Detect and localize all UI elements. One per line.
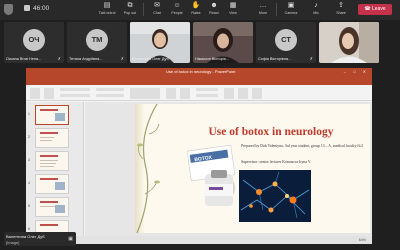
shape-outline[interactable] — [196, 94, 218, 97]
slide-thumbnail[interactable]: 4 — [26, 173, 83, 195]
slide-editor: Use of botox in neurology BOTOX Prepared… — [85, 102, 372, 236]
meeting-timer: 46:00 — [24, 5, 49, 12]
ribbon — [26, 85, 372, 101]
status-bar: Slide 1 of 14 64% — [26, 236, 372, 244]
avatar: ТМ — [86, 29, 108, 51]
camera-button[interactable]: ▣ Camera — [280, 2, 302, 18]
zoom-level[interactable]: 64% — [359, 238, 366, 242]
view-icon: ▦ — [229, 2, 237, 9]
pop-out-icon: ⧉ — [127, 2, 133, 9]
chat-icon: ✉ — [154, 2, 160, 9]
dictate-icon[interactable] — [238, 88, 248, 99]
participant-name: Софія Вікторівна... — [258, 57, 292, 61]
slide-thumbnail[interactable]: 1 — [26, 104, 83, 126]
slide-thumbnails-pane: 1 2 3 4 5 6 — [26, 102, 84, 236]
participant-tile[interactable]: ТМ Тетяна Андріївна... ✗ — [67, 22, 127, 63]
designer-icon[interactable] — [252, 88, 262, 99]
camera-icon: ▣ — [287, 2, 295, 9]
slide-author-text: Prepared by Dub Valentyna, 3rd year stud… — [241, 144, 363, 148]
participant-name: Тетяна Андріївна... — [69, 57, 103, 61]
participant-tile[interactable]: ОЧ Оксана Вітаі Ненa... ✗ — [4, 22, 64, 63]
botox-product-image: BOTOX — [187, 144, 236, 206]
powerpoint-window: Use of botox in neurology - PowerPoint –… — [26, 68, 372, 244]
microphone-icon: ♪ — [314, 2, 318, 9]
arrange-icon[interactable] — [166, 88, 176, 99]
participant-name: Оксана Вітаі Ненa... — [6, 57, 42, 61]
view-button[interactable]: ▦ View — [222, 2, 244, 18]
paste-icon[interactable] — [30, 88, 40, 99]
avatar: СТ — [275, 29, 297, 51]
neuron-image — [239, 170, 311, 222]
more-icon: … — [259, 2, 267, 9]
mic-button[interactable]: ♪ Mic — [305, 2, 327, 18]
slide-thumbnail[interactable]: 3 — [26, 150, 83, 172]
new-slide-icon[interactable] — [44, 88, 54, 99]
self-view-tile[interactable]: Валентина Олег Дуб [Image] ▣ — [4, 232, 76, 246]
participant-video-tile[interactable]: Ніжакозн Вікторія... — [193, 22, 253, 63]
chat-button[interactable]: ✉ Chat — [146, 2, 168, 18]
participant-video-tile[interactable]: Валентина Олег Дуб — [130, 22, 190, 63]
font-box[interactable] — [60, 88, 90, 91]
slide-thumbnail[interactable]: 2 — [26, 127, 83, 149]
more-button[interactable]: … More — [252, 2, 274, 18]
participant-video — [319, 22, 379, 63]
powerpoint-title-bar: Use of botox in neurology - PowerPoint –… — [26, 68, 372, 77]
shape-fill[interactable] — [196, 88, 218, 91]
self-name: Валентина Олег Дуб — [6, 234, 45, 239]
table-control-button[interactable]: ▤ Таbl ontrol — [96, 2, 118, 18]
share-icon: ⇪ — [338, 2, 344, 9]
slide-title: Use of botox in neurology — [208, 126, 334, 138]
avatar: ОЧ — [23, 29, 45, 51]
participant-video-tile[interactable] — [319, 22, 379, 63]
mic-off-icon: ✗ — [120, 56, 124, 61]
participant-name: Ніжакозн Вікторія... — [195, 57, 229, 61]
slide-thumbnail[interactable]: 5 — [26, 196, 83, 218]
font-format-row[interactable] — [60, 94, 90, 97]
share-button[interactable]: ⇪ Share — [330, 2, 352, 18]
ribbon-tabs: File Home Insert Design Transitions Anim… — [26, 77, 372, 91]
find-icon[interactable] — [224, 88, 234, 99]
participant-strip: ОЧ Оксана Вітаі Ненa... ✗ ТМ Тетяна Андр… — [0, 20, 400, 66]
quick-styles-icon[interactable] — [180, 88, 190, 99]
mic-off-icon: ✗ — [309, 56, 313, 61]
mic-off-icon: ✗ — [57, 56, 61, 61]
paragraph-row[interactable] — [96, 88, 124, 91]
pop-out-button[interactable]: ⧉ Pop out — [119, 2, 141, 18]
alignment-row[interactable] — [96, 94, 124, 97]
self-sub: [Image] — [6, 240, 20, 245]
screen-share-icon: ▣ — [68, 236, 73, 242]
phone-icon: ☎ — [364, 6, 372, 12]
participant-tile[interactable]: СТ Софія Вікторівна... ✗ — [256, 22, 316, 63]
window-controls[interactable]: – □ ✕ — [344, 69, 369, 74]
vine-decoration — [136, 104, 160, 233]
current-slide[interactable]: Use of botox in neurology BOTOX Prepared… — [135, 104, 370, 233]
shapes-gallery[interactable] — [130, 88, 160, 99]
shield-icon — [4, 4, 13, 15]
leave-button[interactable]: ☎ Leave — [358, 4, 392, 15]
meeting-toolbar: 46:00 ▤ Таbl ontrol ⧉ Pop out ✉ Chat ☺ P… — [0, 0, 400, 20]
slide-supervisor-text: Supervisor: senior lecturer Kononova Iry… — [241, 160, 312, 164]
participant-name: Валентина Олег Дуб — [132, 57, 169, 61]
chat-bubble-icon: ▤ — [103, 2, 111, 9]
window-title: Use of botox in neurology - PowerPoint — [166, 69, 236, 74]
